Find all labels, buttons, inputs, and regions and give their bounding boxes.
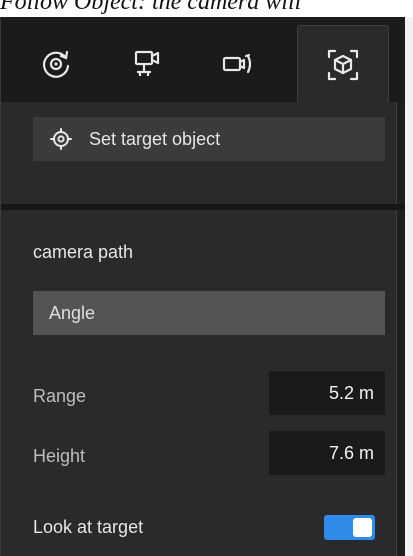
tab-bar — [1, 17, 406, 104]
target-section: Set target object — [1, 102, 397, 204]
tripod-camera-icon — [134, 50, 160, 76]
camera-path-section: camera path Angle Range 5.2 m Height 7.6… — [1, 210, 397, 556]
range-value: 5.2 m — [328, 382, 374, 403]
camera-path-value: Angle — [49, 302, 96, 323]
height-input[interactable]: 7.6 m — [269, 431, 385, 475]
toggle-knob — [353, 518, 372, 537]
set-target-object-label: Set target object — [89, 128, 221, 149]
camera-path-label: camera path — [33, 242, 134, 262]
tab-follow-object[interactable] — [297, 25, 389, 104]
camera-rotate-icon — [222, 53, 252, 74]
orbit-icon — [42, 50, 70, 78]
camera-path-dropdown[interactable]: Angle — [33, 291, 385, 335]
crosshair-target-icon — [49, 127, 73, 151]
camera-settings-panel: Set target object camera path Angle Rang… — [0, 17, 406, 556]
height-value: 7.6 m — [328, 442, 374, 463]
range-input[interactable]: 5.2 m — [269, 371, 385, 415]
caption-text: Follow Object: the camera will — [0, 0, 302, 15]
panel-right-edge — [405, 17, 413, 556]
look-at-target-toggle[interactable] — [324, 515, 375, 540]
tab-orbit[interactable] — [15, 25, 97, 103]
look-at-target-label: Look at target — [33, 517, 144, 537]
object-cube-icon — [327, 49, 359, 81]
tab-camera-rotate[interactable] — [197, 25, 279, 103]
range-label: Range — [33, 386, 87, 406]
set-target-object-button[interactable]: Set target object — [33, 117, 385, 161]
tab-fixed-camera[interactable] — [106, 25, 188, 103]
height-label: Height — [33, 446, 86, 466]
